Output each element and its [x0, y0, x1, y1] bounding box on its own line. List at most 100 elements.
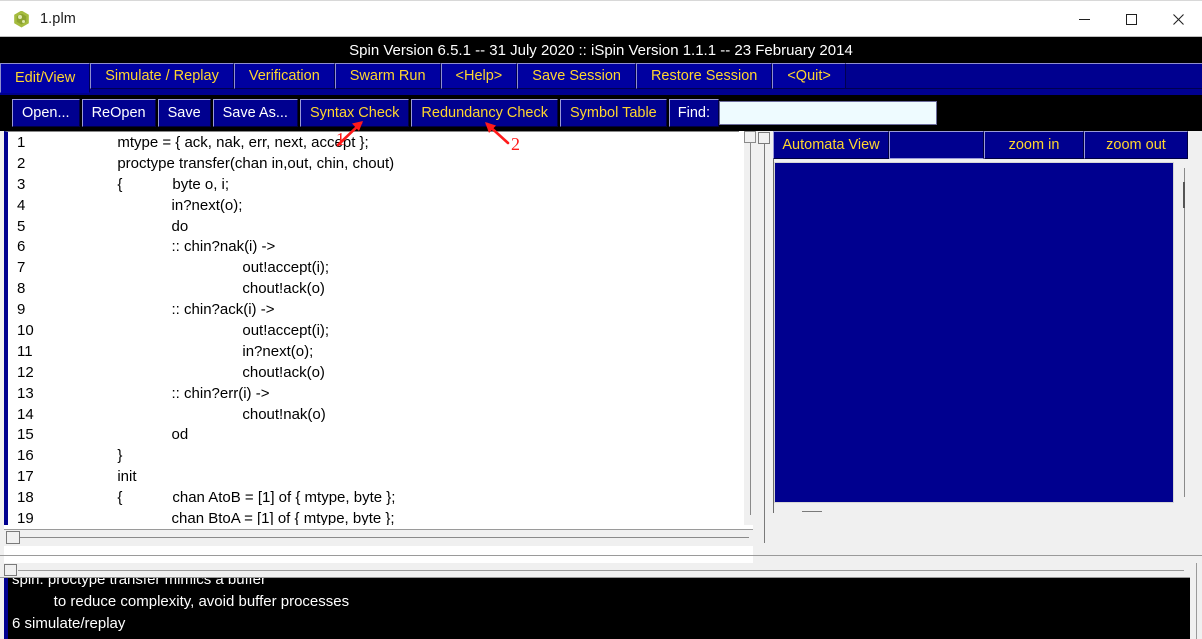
app-frame: Spin Version 6.5.1 -- 31 July 2020 :: iS…: [0, 36, 1202, 639]
code-line: 13 :: chin?err(i) ->: [8, 384, 739, 405]
code-line: 1 mtype = { ack, nak, err, next, accept …: [8, 133, 739, 154]
search-input[interactable]: [719, 101, 937, 125]
code-line: 7 out!accept(i);: [8, 258, 739, 279]
maximize-icon[interactable]: [1108, 1, 1155, 37]
code-line: 6 :: chin?nak(i) ->: [8, 237, 739, 258]
line-text: chout!nak(o): [84, 405, 326, 423]
automata-toolbar: Automata View zoom in zoom out: [773, 131, 1188, 159]
console-line: 6 simulate/replay: [12, 615, 126, 632]
minimize-icon[interactable]: [1061, 1, 1108, 37]
tab-verification[interactable]: Verification: [233, 63, 335, 89]
code-area: 1 mtype = { ack, nak, err, next, accept …: [8, 132, 739, 525]
scrollbar-thumb[interactable]: [744, 131, 756, 143]
automata-canvas[interactable]: [774, 162, 1174, 503]
open-button[interactable]: Open...: [12, 99, 80, 127]
scrollbar-trough: [1184, 168, 1185, 497]
automata-horizontal-scrollbar[interactable]: [774, 505, 1191, 519]
scrollbar-trough: [14, 537, 749, 538]
zoom-in-button[interactable]: zoom in: [984, 131, 1084, 159]
sash-handle[interactable]: [758, 132, 770, 144]
editor-horizontal-scrollbar[interactable]: [4, 529, 753, 546]
line-text: :: chin?nak(i) ->: [84, 238, 276, 256]
menu-filler: [845, 63, 1202, 89]
split-sash[interactable]: [757, 131, 773, 563]
tab-help[interactable]: <Help>: [440, 63, 518, 89]
save-as-button[interactable]: Save As...: [212, 99, 298, 127]
console-text: spin: proctype transfer mimics a buffer …: [8, 578, 1190, 635]
redundancy-check-button[interactable]: Redundancy Check: [411, 99, 558, 127]
symbol-table-button[interactable]: Symbol Table: [559, 99, 667, 127]
window-titlebar: 1.plm: [0, 0, 1202, 37]
line-number: 12: [17, 363, 34, 381]
code-line: 19 chan BtoA = [1] of { mtype, byte };: [8, 509, 739, 525]
tab-simulate-replay[interactable]: Simulate / Replay: [90, 63, 234, 89]
line-text: chan BtoA = [1] of { mtype, byte };: [84, 510, 395, 525]
code-line: 9 :: chin?ack(i) ->: [8, 300, 739, 321]
line-number: 17: [17, 468, 34, 486]
gutter-line: [1196, 563, 1197, 639]
line-number: 7: [17, 259, 26, 277]
tab-restore-session[interactable]: Restore Session: [635, 63, 773, 89]
line-text: out!accept(i);: [84, 259, 330, 277]
tab-swarm-run[interactable]: Swarm Run: [334, 63, 441, 89]
reopen-button[interactable]: ReOpen: [81, 99, 156, 127]
console-line: to reduce complexity, avoid buffer proce…: [12, 593, 350, 610]
close-icon[interactable]: [1155, 1, 1202, 37]
main-split: 1 mtype = { ack, nak, err, next, accept …: [0, 131, 1202, 563]
line-number: 4: [17, 196, 26, 214]
scrollbar-thumb[interactable]: [1183, 182, 1185, 208]
line-number: 9: [17, 301, 26, 319]
sash-line: [764, 137, 765, 543]
code-line: 16 }: [8, 446, 739, 467]
line-text: { chan AtoB = [1] of { mtype, byte };: [84, 489, 396, 507]
syntax-check-button[interactable]: Syntax Check: [299, 99, 410, 127]
console-horizontal-scrollbar[interactable]: [0, 563, 1190, 578]
console-output[interactable]: spin: proctype transfer mimics a buffer …: [4, 578, 1190, 639]
line-text: in?next(o);: [84, 342, 314, 360]
window-title: 1.plm: [40, 11, 76, 27]
code-line: 4 in?next(o);: [8, 196, 739, 217]
find-group: Find:: [668, 99, 937, 127]
line-number: 18: [17, 489, 34, 507]
scrollbar-thumb[interactable]: [4, 564, 17, 576]
code-line: 2 proctype transfer(chan in,out, chin, c…: [8, 154, 739, 175]
code-line: 12 chout!ack(o): [8, 363, 739, 384]
line-text: init: [84, 468, 137, 486]
scrollbar-thumb[interactable]: [6, 531, 20, 544]
editor-vertical-scrollbar[interactable]: [744, 131, 757, 525]
line-text: }: [84, 447, 123, 465]
titlebar-left: 1.plm: [0, 1, 1061, 37]
automata-view-tab[interactable]: Automata View: [773, 131, 889, 159]
find-label: Find:: [668, 99, 719, 127]
console-right-gutter: [1190, 563, 1202, 639]
version-banner: Spin Version 6.5.1 -- 31 July 2020 :: iS…: [0, 37, 1202, 63]
code-line: 11 in?next(o);: [8, 342, 739, 363]
editor-toolbar: Open... ReOpen Save Save As... Syntax Ch…: [0, 95, 1202, 131]
scrollbar-trough: [802, 511, 822, 512]
line-number: 11: [17, 342, 33, 360]
code-editor[interactable]: 1 mtype = { ack, nak, err, next, accept …: [4, 131, 739, 525]
automata-vertical-scrollbar[interactable]: [1177, 162, 1191, 503]
tab-quit[interactable]: <Quit>: [772, 63, 846, 89]
line-number: 6: [17, 238, 26, 256]
line-text: chout!ack(o): [84, 280, 325, 298]
code-line: 14 chout!nak(o): [8, 405, 739, 426]
scrollbar-trough: [18, 570, 1184, 571]
automata-pane: Automata View zoom in zoom out: [773, 131, 1202, 563]
line-number: 13: [17, 384, 34, 402]
code-line: 18 { chan AtoB = [1] of { mtype, byte };: [8, 488, 739, 509]
tab-save-session[interactable]: Save Session: [517, 63, 636, 89]
editor-pane: 1 mtype = { ack, nak, err, next, accept …: [4, 131, 757, 563]
line-number: 15: [17, 426, 34, 444]
save-button[interactable]: Save: [157, 99, 211, 127]
pane-divider: [0, 555, 1202, 556]
tab-edit-view[interactable]: Edit/View: [0, 63, 91, 93]
code-line: 5 do: [8, 217, 739, 238]
line-number: 8: [17, 280, 26, 298]
line-number: 14: [17, 405, 34, 423]
ispin-window: 1.plm Spin Version 6.5.1 -- 31 July 2020…: [0, 0, 1202, 639]
zoom-out-button[interactable]: zoom out: [1084, 131, 1188, 159]
line-text: proctype transfer(chan in,out, chin, cho…: [84, 154, 395, 172]
code-line: 8 chout!ack(o): [8, 279, 739, 300]
line-number: 16: [17, 447, 34, 465]
